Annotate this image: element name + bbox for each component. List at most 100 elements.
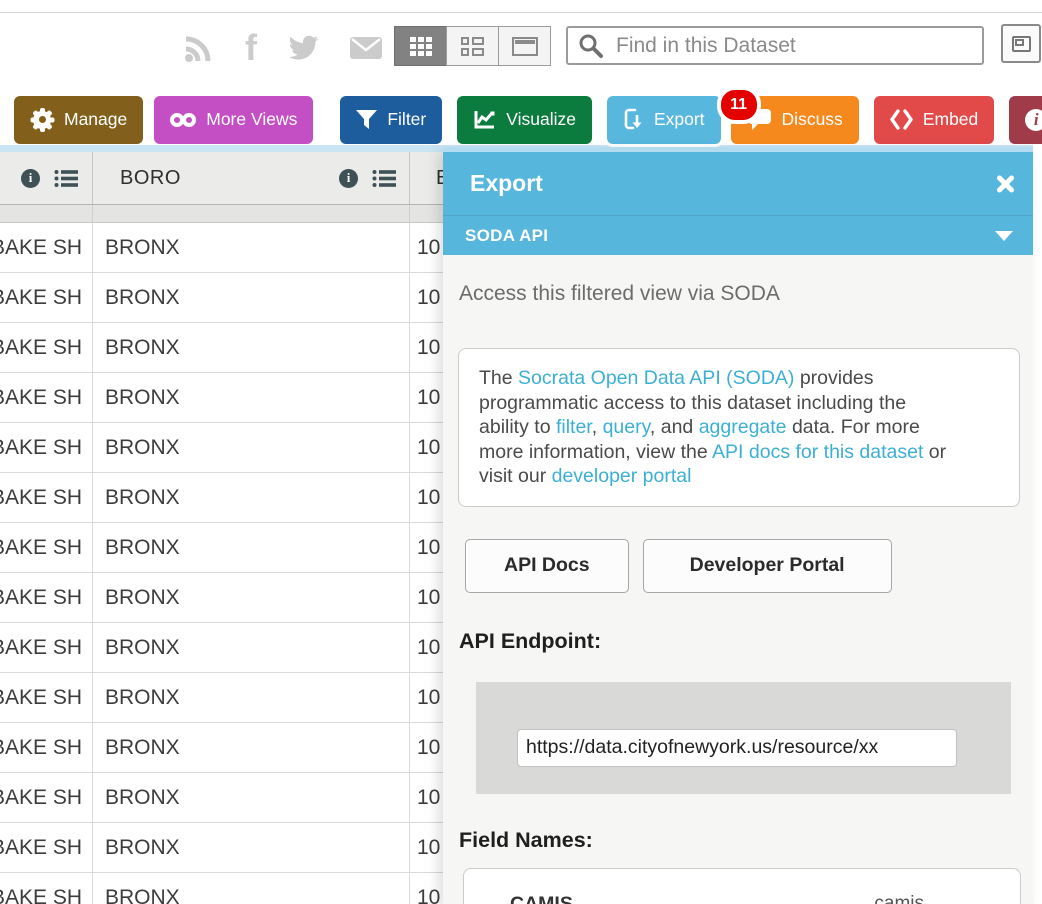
cell-dba[interactable]: BAKE SH <box>0 223 93 272</box>
chart-icon <box>473 109 496 130</box>
export-download-icon <box>623 108 644 131</box>
code-brackets-icon <box>890 109 913 130</box>
rss-icon[interactable] <box>183 32 215 64</box>
rich-list-icon <box>461 37 484 56</box>
fullscreen-button[interactable] <box>1001 24 1041 63</box>
table-view-button[interactable] <box>394 26 447 66</box>
rich-list-view-button[interactable] <box>446 26 499 66</box>
manage-button[interactable]: Manage <box>14 96 143 144</box>
column-header-first[interactable]: i <box>0 152 93 204</box>
about-button[interactable]: i About <box>1009 96 1042 144</box>
inline-link[interactable]: query <box>603 416 650 438</box>
twitter-icon[interactable] <box>287 34 319 62</box>
column-header-boro[interactable]: BORO i <box>93 152 410 204</box>
cell-dba[interactable]: BAKE SH <box>0 673 93 722</box>
column-label: BORO <box>120 167 181 190</box>
cell-dba[interactable]: BAKE SH <box>0 373 93 422</box>
cell-dba[interactable]: BAKE SH <box>0 573 93 622</box>
cell-dba[interactable]: BAKE SH <box>0 823 93 872</box>
export-label: Export <box>654 109 705 130</box>
page-view-icon <box>512 37 538 56</box>
email-icon[interactable] <box>349 36 383 60</box>
column-info-icon[interactable]: i <box>21 169 40 188</box>
export-panel-body: Access this filtered view via SODA The S… <box>443 255 1033 904</box>
cell-dba[interactable]: BAKE SH <box>0 423 93 472</box>
cell-boro[interactable]: BRONX <box>93 773 410 822</box>
column-menu-icon[interactable] <box>54 169 78 188</box>
search-input[interactable] <box>614 33 972 59</box>
visualize-button[interactable]: Visualize <box>457 96 592 144</box>
field-list: CAMIS camis <box>464 893 1020 904</box>
more-views-label: More Views <box>206 109 297 130</box>
column-menu-icon[interactable] <box>372 169 396 188</box>
binoculars-icon <box>170 113 196 127</box>
more-views-button[interactable]: More Views <box>154 96 313 144</box>
cell-dba[interactable]: BAKE SH <box>0 473 93 522</box>
chevron-down-icon <box>995 231 1013 241</box>
soda-description: The Socrata Open Data API (SODA) provide… <box>479 366 999 489</box>
cell-boro[interactable]: BRONX <box>93 473 410 522</box>
manage-label: Manage <box>64 109 127 130</box>
field-display-name: CAMIS <box>510 893 573 904</box>
developer-portal-button[interactable]: Developer Portal <box>643 539 892 593</box>
soda-intro-text: Access this filtered view via SODA <box>459 282 1017 306</box>
cell-boro[interactable]: BRONX <box>93 373 410 422</box>
api-endpoint-input[interactable] <box>517 729 957 767</box>
cell-boro[interactable]: BRONX <box>93 823 410 872</box>
discuss-button-wrap: 11 Discuss <box>731 96 859 144</box>
export-panel: Export SODA API Access this filtered vie… <box>443 147 1033 904</box>
soda-api-label: SODA API <box>465 226 548 246</box>
gear-icon <box>30 108 54 132</box>
field-api-name: camis <box>874 893 924 904</box>
inline-link[interactable]: filter <box>556 416 592 438</box>
social-share-icons: f <box>183 26 383 70</box>
export-panel-header: Export <box>443 152 1033 215</box>
close-icon[interactable] <box>994 173 1016 195</box>
column-info-icon[interactable]: i <box>339 169 358 188</box>
cell-dba[interactable]: BAKE SH <box>0 773 93 822</box>
inline-link[interactable]: aggregate <box>699 416 787 438</box>
inline-link[interactable]: developer portal <box>552 465 692 487</box>
soda-api-section-header[interactable]: SODA API <box>443 215 1033 255</box>
dataset-search-box <box>566 26 984 65</box>
page-view-button[interactable] <box>498 26 551 66</box>
fullscreen-icon <box>1012 36 1031 52</box>
cell-boro[interactable]: BRONX <box>93 223 410 272</box>
cell-dba[interactable]: BAKE SH <box>0 623 93 672</box>
top-divider <box>0 12 1042 13</box>
cell-boro[interactable]: BRONX <box>93 423 410 472</box>
discuss-count-badge: 11 <box>717 86 761 124</box>
embed-button[interactable]: Embed <box>874 96 994 144</box>
cell-boro[interactable]: BRONX <box>93 573 410 622</box>
cell-boro[interactable]: BRONX <box>93 673 410 722</box>
funnel-icon <box>356 110 377 129</box>
filter-button[interactable]: Filter <box>340 96 442 144</box>
cell-boro[interactable]: BRONX <box>93 323 410 372</box>
cell-boro[interactable]: BRONX <box>93 523 410 572</box>
facebook-icon[interactable]: f <box>245 33 257 63</box>
field-names-box: CAMIS camis <box>463 868 1021 904</box>
api-docs-button[interactable]: API Docs <box>465 539 629 593</box>
view-mode-toggle <box>395 26 551 66</box>
cell-dba[interactable]: BAKE SH <box>0 723 93 772</box>
cell-dba[interactable]: BAKE SH <box>0 873 93 904</box>
cell-boro[interactable]: BRONX <box>93 723 410 772</box>
field-row: CAMIS camis <box>464 893 1020 904</box>
embed-label: Embed <box>923 109 978 130</box>
cell-dba[interactable]: BAKE SH <box>0 523 93 572</box>
cell-boro[interactable]: BRONX <box>93 873 410 904</box>
soda-description-box: The Socrata Open Data API (SODA) provide… <box>458 348 1020 507</box>
grid-view-icon <box>410 37 432 56</box>
cell-dba[interactable]: BAKE SH <box>0 273 93 322</box>
api-endpoint-label: API Endpoint: <box>459 629 1033 654</box>
search-icon <box>578 33 604 59</box>
field-names-label: Field Names: <box>459 828 1033 853</box>
inline-link[interactable]: Socrata Open Data API (SODA) <box>518 367 794 389</box>
inline-link[interactable]: API docs for this dataset <box>712 441 923 463</box>
export-button[interactable]: Export <box>607 96 721 144</box>
cell-dba[interactable]: BAKE SH <box>0 323 93 372</box>
cell-boro[interactable]: BRONX <box>93 273 410 322</box>
export-panel-title: Export <box>470 170 543 197</box>
cell-boro[interactable]: BRONX <box>93 623 410 672</box>
info-icon: i <box>1025 109 1042 131</box>
